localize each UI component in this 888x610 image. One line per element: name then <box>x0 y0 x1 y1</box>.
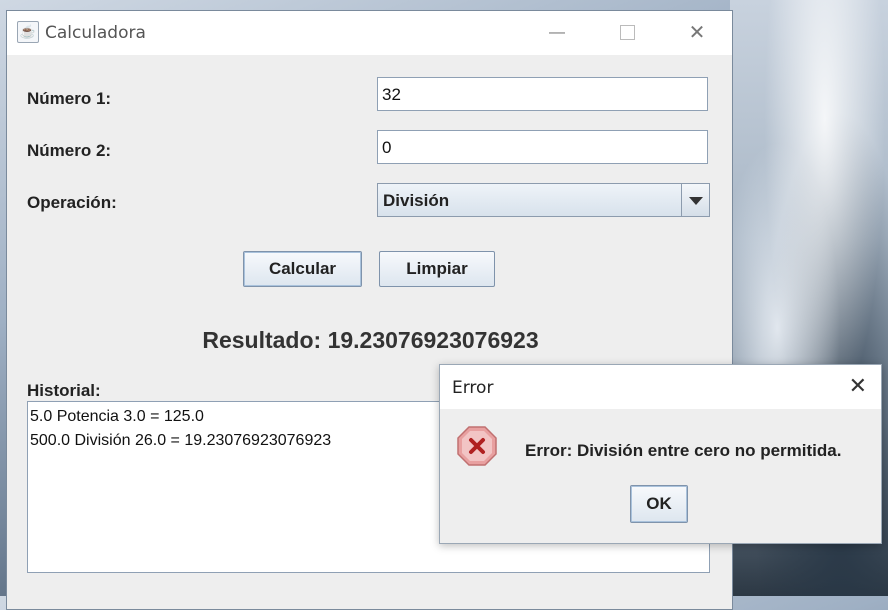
dialog-title-bar: Error ✕ <box>440 365 881 409</box>
java-icon: ☕ <box>17 21 39 43</box>
number2-label: Número 2: <box>27 141 112 160</box>
dialog-message: Error: División entre cero no permitida. <box>525 441 842 460</box>
operation-selected-value: División <box>383 191 450 210</box>
error-dialog: Error ✕ Error: División entre cero no pe… <box>439 364 882 544</box>
chevron-down-icon[interactable] <box>681 184 709 216</box>
title-bar: ☕ Calculadora — ✕ <box>7 11 732 55</box>
window-title: Calculadora <box>45 23 146 43</box>
maximize-icon <box>619 25 635 41</box>
ok-button[interactable]: OK <box>630 485 688 523</box>
maximize-button[interactable] <box>607 19 647 47</box>
number1-input[interactable]: 32 <box>377 77 708 111</box>
dialog-title: Error <box>452 378 494 398</box>
dialog-close-button[interactable]: ✕ <box>849 373 867 399</box>
close-button[interactable]: ✕ <box>677 19 717 47</box>
error-icon <box>457 426 497 466</box>
calculate-button[interactable]: Calcular <box>243 251 362 287</box>
clear-button[interactable]: Limpiar <box>379 251 495 287</box>
result-text: Resultado: 19.23076923076923 <box>202 327 539 353</box>
operation-label: Operación: <box>27 193 117 212</box>
number2-input[interactable]: 0 <box>377 130 708 164</box>
operation-select[interactable]: División <box>377 183 710 217</box>
number1-label: Número 1: <box>27 89 112 108</box>
minimize-button[interactable]: — <box>537 19 577 47</box>
history-label: Historial: <box>27 381 101 400</box>
